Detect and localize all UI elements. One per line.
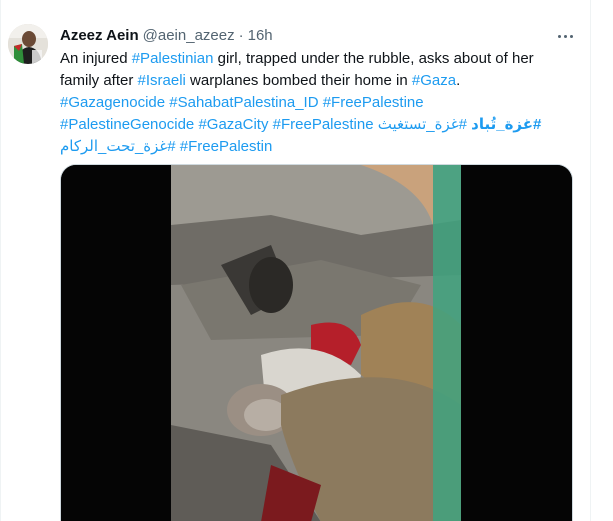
hashtag-link[interactable]: #غزة_تستغيث [378,116,467,133]
tweet-text-segment: An injured [60,50,132,67]
tweet-header: Azeez Aein @aein_azeez · 16h [60,24,273,46]
timeline-right-border [590,0,591,521]
tweet-text-segment: warplanes bombed their home in [185,72,412,89]
tweet-card[interactable]: Azeez Aein @aein_azeez · 16h An injured … [0,0,613,521]
tweet-text: An injured #Palestinian girl, trapped un… [60,48,570,158]
hashtag-link[interactable]: #PalestineGenocide [60,116,194,133]
hashtag-link[interactable]: #FreePalestine [273,116,374,133]
hashtag-link[interactable]: #غزة_تُباد [471,116,541,133]
hashtag-link[interactable]: #FreePalestine [323,94,424,111]
separator-dot: · [238,26,244,44]
tweet-text-line: #Gazagenocide #SahabatPalestina_ID #Free… [60,92,570,114]
hashtag-link[interactable]: #Israeli [138,72,186,89]
tweet-text-segment: . [456,72,461,89]
display-name[interactable]: Azeez Aein [60,27,139,44]
video-frame-image [61,165,572,521]
timestamp[interactable]: 16h [248,27,273,44]
more-horizontal-icon [557,34,561,38]
tweet-text-line: #PalestineGenocide #GazaCity #FreePalest… [60,114,570,136]
timeline-left-border [0,0,1,521]
tweet-text-line: #غزة_تحت_الركام #FreePalestin [60,136,570,158]
tweet-text-line: family after #Israeli warplanes bombed t… [60,70,570,92]
hashtag-link[interactable]: #FreePalestin [180,138,273,155]
hashtag-link[interactable]: #Gaza [412,72,456,89]
hashtag-link[interactable]: #GazaCity [198,116,268,133]
hashtag-link[interactable]: #Palestinian [132,50,214,67]
tweet-text-line: An injured #Palestinian girl, trapped un… [60,48,570,70]
hashtag-link[interactable]: #Gazagenocide [60,94,165,111]
tweet-video[interactable] [60,164,573,521]
more-options-button[interactable] [555,27,575,45]
user-handle[interactable]: @aein_azeez [143,27,235,44]
tweet-text-segment: girl, trapped under the rubble, asks abo… [213,50,534,67]
avatar[interactable] [8,24,48,64]
hashtag-link[interactable]: #SahabatPalestina_ID [169,94,318,111]
tweet-text-segment: family after [60,72,138,89]
hashtag-link[interactable]: #غزة_تحت_الركام [60,138,176,155]
